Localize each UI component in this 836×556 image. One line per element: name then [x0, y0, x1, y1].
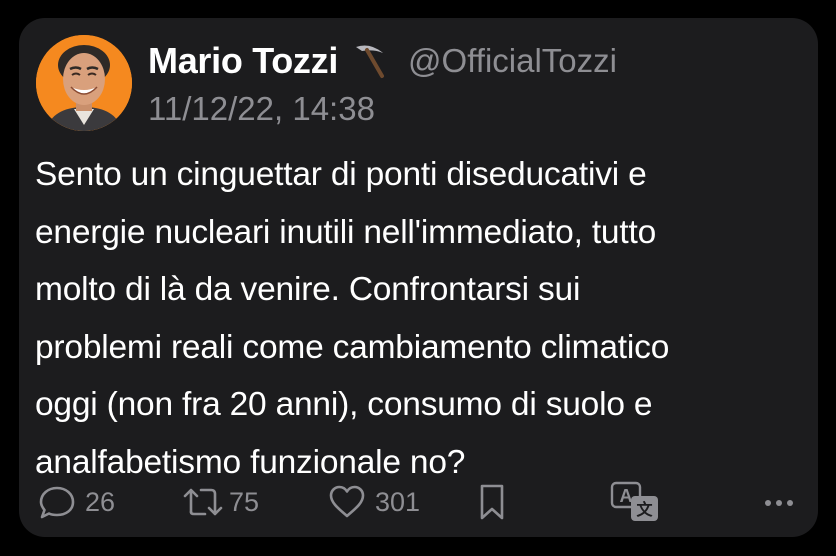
retweet-icon: [183, 488, 223, 516]
author-name[interactable]: Mario Tozzi: [148, 40, 338, 82]
more-button[interactable]: [759, 480, 799, 524]
svg-text:A: A: [620, 486, 633, 506]
tweet-text-line: Sento un cinguettar di ponti diseducativ…: [35, 156, 647, 193]
bookmark-icon: [480, 484, 504, 520]
bookmark-button[interactable]: [477, 480, 507, 524]
pick-icon: [346, 40, 388, 82]
like-button[interactable]: 301: [327, 480, 420, 524]
heart-icon: [329, 485, 365, 518]
reply-icon: [39, 486, 75, 519]
reply-button[interactable]: 26: [37, 480, 115, 524]
tweet-text-line: problemi reali come cambiamento climatic…: [35, 328, 670, 366]
more-icon: [765, 500, 793, 506]
translate-icon: A 文: [610, 481, 658, 521]
tweet-text: Sento un cinguettar di ponti diseducativ…: [35, 146, 805, 491]
author-handle[interactable]: @OfficialTozzi: [408, 42, 617, 80]
author-row: Mario Tozzi @OfficialTozzi: [148, 38, 617, 84]
avatar[interactable]: [36, 35, 132, 131]
action-bar: 26 75 301 A 文: [19, 480, 818, 524]
svg-text:文: 文: [636, 500, 653, 519]
tweet-text-line: energie nucleari inutili nell'immediato,…: [35, 213, 657, 251]
retweet-button[interactable]: 75: [181, 480, 259, 524]
tweet-timestamp[interactable]: 11/12/22, 14:38: [148, 90, 375, 128]
like-count: 301: [375, 486, 421, 517]
retweet-count: 75: [229, 486, 260, 517]
tweet-text-line: molto di là da venire. Confrontarsi sui: [35, 271, 581, 308]
tweet-card: Mario Tozzi @OfficialTozzi 11/12/22, 14:…: [19, 18, 818, 537]
reply-count: 26: [85, 486, 116, 517]
translate-button[interactable]: A 文: [609, 480, 661, 524]
avatar-image: [36, 35, 132, 131]
tweet-text-line: oggi (non fra 20 anni), consumo di suolo…: [35, 386, 653, 423]
